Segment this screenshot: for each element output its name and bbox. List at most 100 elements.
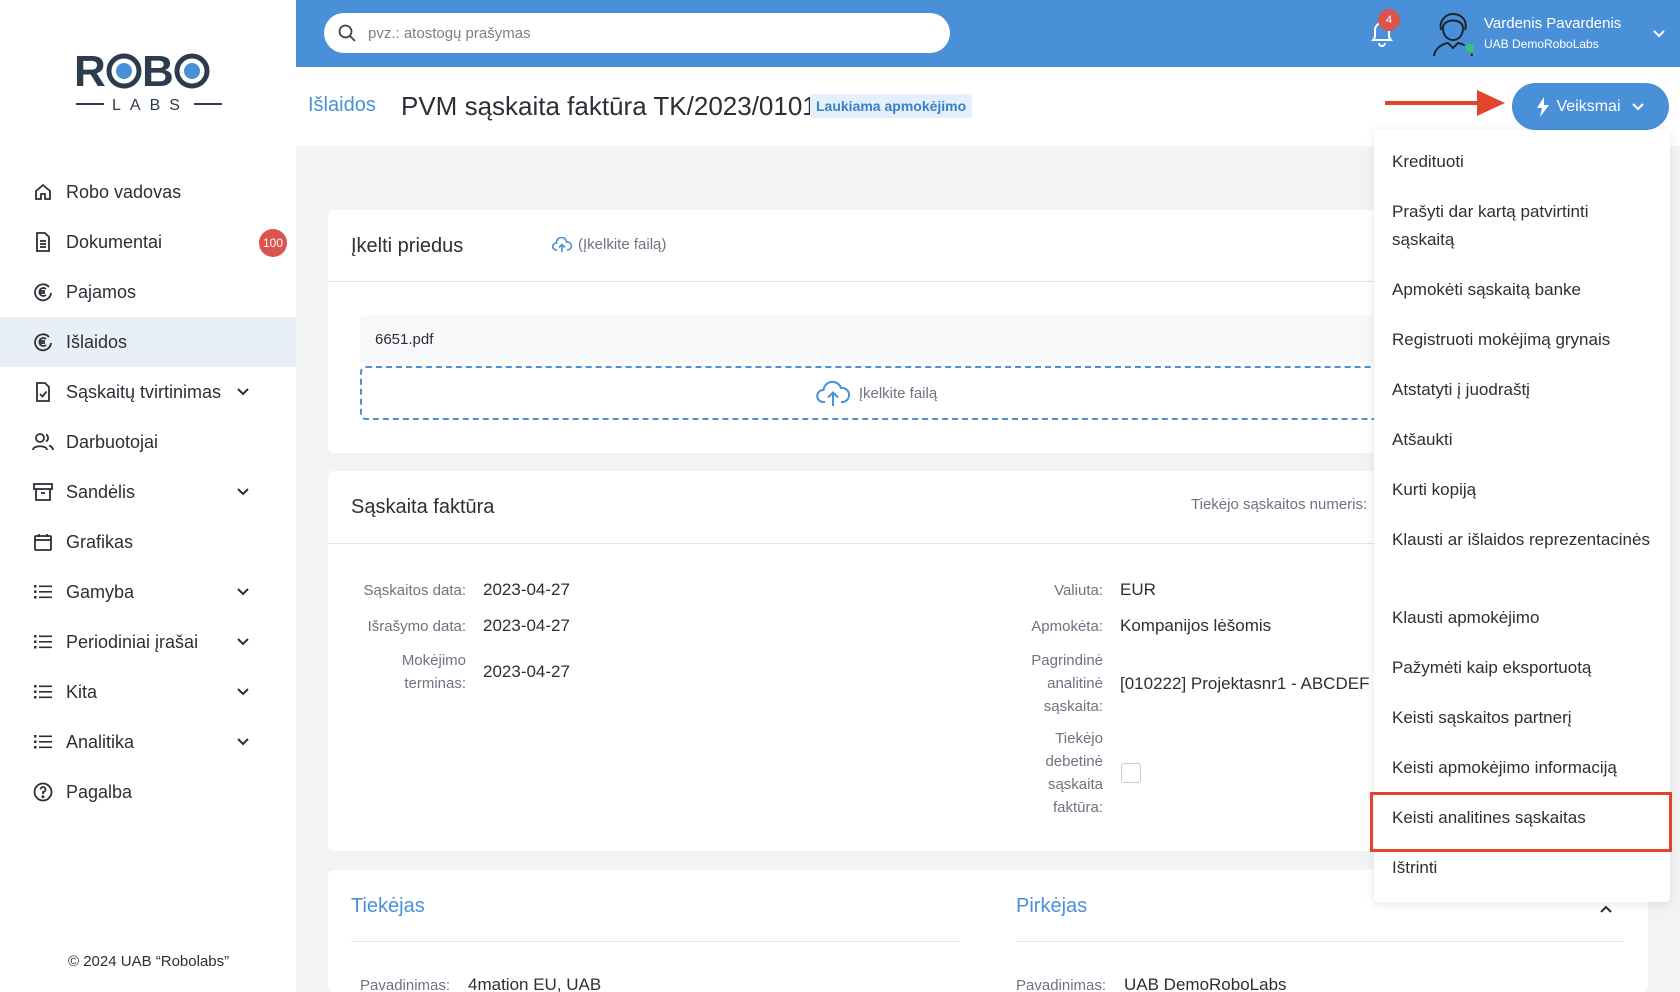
documents-count-badge: 100 (259, 229, 287, 257)
users-icon (32, 431, 54, 453)
menu-item-change-payment-info[interactable]: Keisti apmokėjimo informaciją (1392, 754, 1652, 782)
sidebar-item-gamyba[interactable]: Gamyba (0, 567, 296, 617)
invoice-date-label: Sąskaitos data: (363, 582, 466, 599)
sidebar-item-label: Darbuotojai (66, 431, 159, 452)
buyer-section-title[interactable]: Pirkėjas (1016, 895, 1087, 918)
notifications-badge: 4 (1378, 9, 1400, 31)
supplier-name-label: Pavadinimas: (360, 977, 451, 992)
actions-button[interactable]: Veiksmai (1512, 83, 1669, 130)
main-analytic-account-label: Pagrindinė analitinė sąskaita: (1031, 652, 1103, 715)
supplier-name-value: 4mation EU, UAB (468, 975, 602, 992)
sidebar: R B LABS Robo vadovas Dokumentai 100 Paj… (0, 0, 296, 992)
list-icon (32, 631, 54, 653)
search-box[interactable] (324, 13, 950, 53)
paid-by-value: Kompanijos lėšomis (1120, 616, 1272, 635)
topbar: 4 Vardenis Pavardenis UAB DemoRoboLabs (296, 0, 1680, 67)
menu-item-ask-representative[interactable]: Klausti ar išlaidos reprezentacinės (1392, 526, 1652, 554)
home-icon (32, 181, 54, 203)
currency-value: EUR (1120, 580, 1156, 599)
chevron-down-icon (1631, 102, 1644, 110)
upload-link-label: (Įkelkite failą) (578, 236, 667, 253)
menu-item-change-partner[interactable]: Keisti sąskaitos partnerį (1392, 704, 1652, 732)
sidebar-item-label: Analitika (66, 731, 135, 752)
sidebar-item-saskaitu-tvirtinimas[interactable]: Sąskaitų tvirtinimas (0, 367, 296, 417)
file-name: 6651.pdf (375, 330, 434, 348)
sidebar-item-robo-vadovas[interactable]: Robo vadovas (0, 167, 296, 217)
sidebar-item-label: Dokumentai (66, 231, 163, 252)
chevron-down-icon[interactable] (236, 385, 250, 399)
menu-item-request-reapproval[interactable]: Prašyti dar kartą patvirtinti sąskaitą (1392, 198, 1652, 254)
sidebar-item-sandelis[interactable]: Sandėlis (0, 467, 296, 517)
sidebar-item-periodiniai-irasai[interactable]: Periodiniai įrašai (0, 617, 296, 667)
search-input[interactable] (368, 24, 928, 42)
supplier-debit-invoice-label: Tiekėjo debetinė sąskaita faktūra: (1045, 730, 1103, 816)
sidebar-item-analitika[interactable]: Analitika (0, 717, 296, 767)
sidebar-item-kita[interactable]: Kita (0, 667, 296, 717)
sidebar-item-darbuotojai[interactable]: Darbuotojai (0, 417, 296, 467)
chevron-down-icon[interactable] (236, 685, 250, 699)
list-icon (32, 731, 54, 753)
cloud-upload-icon (552, 236, 572, 252)
chevron-down-icon[interactable] (1652, 27, 1666, 41)
issue-date-value: 2023-04-27 (483, 616, 570, 635)
lightning-icon (1537, 96, 1550, 117)
chevron-up-icon[interactable] (1599, 902, 1613, 916)
menu-item-pay-in-bank[interactable]: Apmokėti sąskaitą banke (1392, 276, 1652, 304)
upload-file-link[interactable]: (Įkelkite failą) (552, 236, 666, 253)
supplier-number-label: Tiekėjo sąskaitos numeris: (1191, 496, 1368, 513)
menu-item-register-cash-payment[interactable]: Registruoti mokėjimą grynais (1392, 326, 1652, 354)
sidebar-item-label: Sąskaitų tvirtinimas (66, 381, 222, 402)
sidebar-item-label: Pajamos (66, 281, 137, 302)
supplier-debit-invoice-checkbox[interactable] (1121, 763, 1141, 783)
file-check-icon (32, 381, 54, 403)
dropzone-label: Įkelkite failą (858, 384, 938, 402)
supplier-section-title[interactable]: Tiekėjas (351, 895, 425, 918)
paid-by-label: Apmokėta: (1031, 618, 1103, 635)
menu-item-delete[interactable]: Ištrinti (1392, 854, 1652, 882)
euro-in-icon (32, 281, 54, 303)
menu-item-ask-payment[interactable]: Klausti apmokėjimo (1392, 604, 1652, 632)
svg-text:R: R (74, 47, 106, 96)
sidebar-item-label: Kita (66, 681, 98, 702)
menu-item-cancel[interactable]: Atšaukti (1392, 426, 1652, 454)
buyer-name-value: UAB DemoRoboLabs (1124, 975, 1287, 992)
menu-item-kredituoti[interactable]: Kredituoti (1392, 148, 1652, 176)
sidebar-item-label: Periodiniai įrašai (66, 631, 199, 652)
divider (1016, 941, 1624, 942)
calendar-icon (32, 531, 54, 553)
menu-item-create-copy[interactable]: Kurti kopiją (1392, 476, 1652, 504)
archive-icon (32, 481, 54, 503)
due-date-label: Mokėjimo terminas: (401, 652, 466, 692)
sidebar-item-dokumentai[interactable]: Dokumentai 100 (0, 217, 296, 267)
menu-item-reset-to-draft[interactable]: Atstatyti į juodraštį (1392, 376, 1652, 404)
sidebar-item-pagalba[interactable]: Pagalba (0, 767, 296, 817)
chevron-down-icon[interactable] (236, 635, 250, 649)
buyer-name-label: Pavadinimas: (1016, 977, 1107, 992)
attached-file[interactable]: 6651.pdf (360, 315, 1380, 363)
breadcrumb[interactable]: Išlaidos (308, 94, 376, 117)
svg-text:LABS: LABS (112, 97, 189, 114)
due-date-value: 2023-04-27 (483, 662, 570, 681)
chevron-down-icon[interactable] (236, 485, 250, 499)
menu-item-mark-exported[interactable]: Pažymėti kaip eksportuotą (1392, 654, 1652, 682)
copyright: © 2024 UAB “Robolabs” (68, 953, 230, 970)
chevron-down-icon[interactable] (236, 585, 250, 599)
list-icon (32, 581, 54, 603)
sidebar-item-islaidos[interactable]: Išlaidos (0, 317, 296, 367)
search-icon (338, 24, 356, 42)
main-analytic-account-value: [010222] Projektasnr1 - ABCDEFG (1120, 674, 1370, 693)
sidebar-item-grafikas[interactable]: Grafikas (0, 517, 296, 567)
euro-out-icon (32, 331, 54, 353)
robolabs-logo[interactable]: R B LABS (74, 44, 224, 120)
online-status-dot (1464, 42, 1476, 54)
file-dropzone[interactable]: Įkelkite failą (360, 366, 1390, 420)
sidebar-item-label: Robo vadovas (66, 181, 182, 202)
sidebar-item-label: Gamyba (66, 581, 135, 602)
document-icon (32, 231, 54, 253)
sidebar-item-pajamos[interactable]: Pajamos (0, 267, 296, 317)
actions-button-label: Veiksmai (1556, 97, 1621, 115)
user-name[interactable]: Vardenis Pavardenis (1484, 15, 1621, 32)
chevron-down-icon[interactable] (236, 735, 250, 749)
sidebar-item-label: Pagalba (66, 781, 133, 802)
red-arrow-annotation (1385, 90, 1505, 116)
